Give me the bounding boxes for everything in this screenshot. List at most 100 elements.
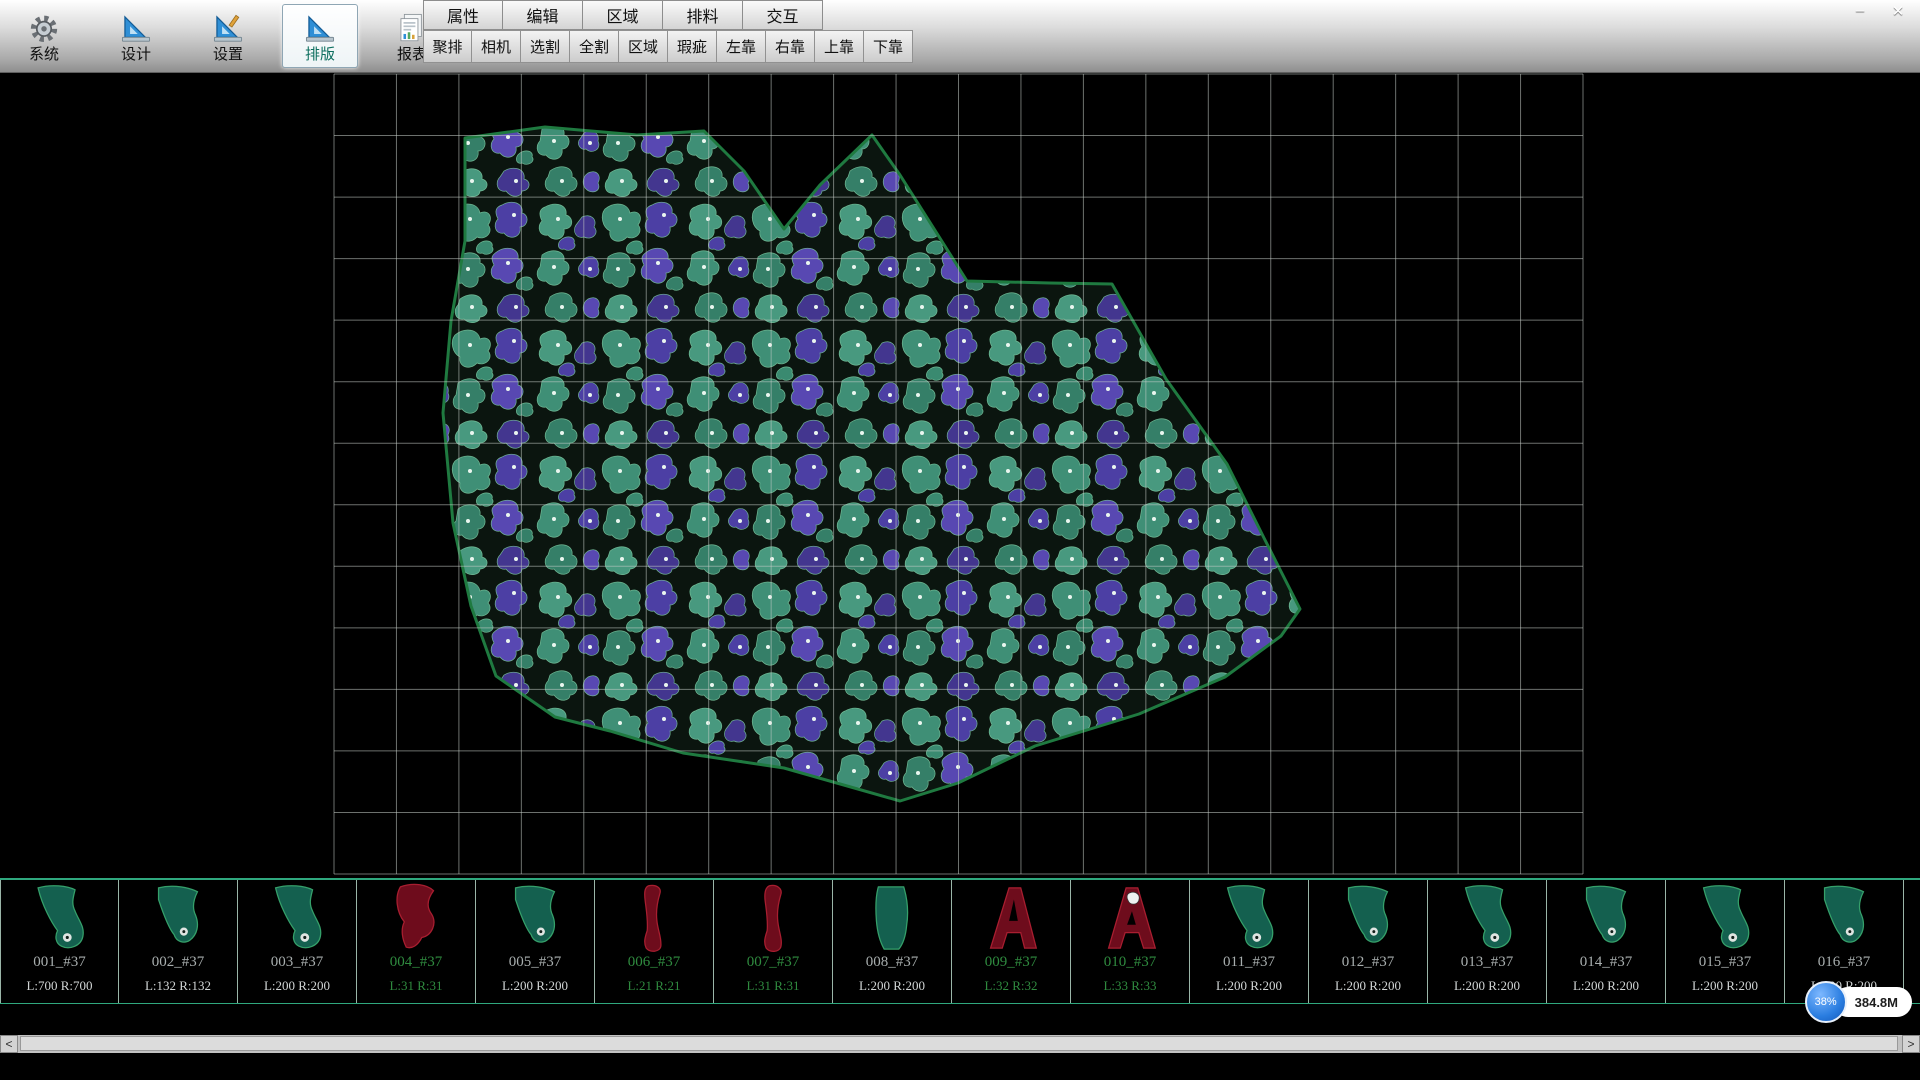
piece-counts: L:31 R:31	[389, 978, 442, 994]
piece-shape	[1071, 882, 1189, 954]
main-toolbar: 系统 设计 设置 排版 报表 属性编辑区域排料交互 聚排相机选割全割区域瑕疵左靠…	[0, 0, 1920, 73]
piece-counts: L:200 R:200	[502, 978, 568, 994]
piece-id: 010_#37	[1104, 954, 1157, 971]
piece-thumbnail-10[interactable]: 010_#37 L:33 R:33	[1071, 880, 1190, 1003]
piece-thumbnail-14[interactable]: 014_#37 L:200 R:200	[1547, 880, 1666, 1003]
menu-item-4[interactable]: 排料	[663, 0, 743, 30]
piece-id: 003_#37	[271, 954, 324, 971]
module-button-1[interactable]: 系统	[6, 4, 82, 68]
scroll-right-button[interactable]: >	[1902, 1035, 1920, 1053]
piece-shape	[1428, 882, 1546, 954]
piece-thumbnail-1[interactable]: 001_#37 L:700 R:700	[0, 880, 119, 1003]
piece-thumbnail-2[interactable]: 002_#37 L:132 R:132	[119, 880, 238, 1003]
piece-shape	[1309, 882, 1427, 954]
piece-thumbnail-13[interactable]: 013_#37 L:200 R:200	[1428, 880, 1547, 1003]
piece-counts: L:200 R:200	[1216, 978, 1282, 994]
setup-icon	[211, 11, 245, 45]
piece-id: 016_#37	[1818, 954, 1871, 971]
piece-thumbnail-15[interactable]: 015_#37 L:200 R:200	[1666, 880, 1785, 1003]
piece-id: 008_#37	[866, 954, 919, 971]
minimize-button[interactable]: –	[1850, 2, 1870, 20]
piece-counts: L:200 R:200	[1454, 978, 1520, 994]
piece-thumbnail-7[interactable]: 007_#37 L:31 R:31	[714, 880, 833, 1003]
piece-id: 011_#37	[1223, 954, 1275, 971]
app-window: 系统 设计 设置 排版 报表 属性编辑区域排料交互 聚排相机选割全割区域瑕疵左靠…	[0, 0, 1920, 1080]
piece-id: 005_#37	[509, 954, 562, 971]
menu-item-3[interactable]: 区域	[583, 0, 663, 30]
piece-shape	[1, 882, 118, 954]
piece-counts: L:200 R:200	[1335, 978, 1401, 994]
piece-thumbnail-6[interactable]: 006_#37 L:21 R:21	[595, 880, 714, 1003]
piece-shape	[833, 882, 951, 954]
menu-item-2[interactable]: 编辑	[503, 0, 583, 30]
tool-bar: 聚排相机选割全割区域瑕疵左靠右靠上靠下靠	[423, 30, 913, 63]
memory-text: 384.8M	[1855, 995, 1898, 1010]
piece-id: 015_#37	[1699, 954, 1752, 971]
tool-button-3[interactable]: 选割	[521, 30, 570, 63]
piece-counts: L:31 R:31	[746, 978, 799, 994]
piece-thumbnail-11[interactable]: 011_#37 L:200 R:200	[1190, 880, 1309, 1003]
piece-thumbnail-3[interactable]: 003_#37 L:200 R:200	[238, 880, 357, 1003]
tool-button-9[interactable]: 上靠	[815, 30, 864, 63]
scroll-left-button[interactable]: <	[0, 1035, 18, 1053]
piece-counts: L:132 R:132	[145, 978, 211, 994]
tool-button-6[interactable]: 瑕疵	[668, 30, 717, 63]
horizontal-scrollbar[interactable]: < >	[0, 1035, 1920, 1053]
design-icon	[119, 11, 153, 45]
scroll-track[interactable]	[18, 1035, 1902, 1053]
progress-badge: 38% 384.8M	[1805, 981, 1912, 1023]
piece-thumbnail-9[interactable]: 009_#37 L:32 R:32	[952, 880, 1071, 1003]
menu-stack: 属性编辑区域排料交互 聚排相机选割全割区域瑕疵左靠右靠上靠下靠	[423, 0, 913, 63]
scroll-thumb[interactable]	[20, 1036, 1898, 1051]
module-label: 排版	[305, 47, 335, 62]
menu-bar: 属性编辑区域排料交互	[423, 0, 913, 30]
tool-button-5[interactable]: 区域	[619, 30, 668, 63]
tool-button-1[interactable]: 聚排	[423, 30, 472, 63]
module-button-2[interactable]: 设计	[98, 4, 174, 68]
piece-thumbnail-12[interactable]: 012_#37 L:200 R:200	[1309, 880, 1428, 1003]
piece-id: 013_#37	[1461, 954, 1514, 971]
piece-shape	[595, 882, 713, 954]
module-buttons: 系统 设计 设置 排版 报表	[6, 3, 450, 69]
menu-item-5[interactable]: 交互	[743, 0, 823, 30]
piece-shape	[1666, 882, 1784, 954]
leather-hide[interactable]	[443, 127, 1300, 801]
close-button[interactable]: ✕	[1888, 2, 1908, 20]
piece-id: 012_#37	[1342, 954, 1395, 971]
module-button-3[interactable]: 设置	[190, 4, 266, 68]
module-label: 设计	[121, 47, 151, 62]
tool-button-7[interactable]: 左靠	[717, 30, 766, 63]
nesting-icon	[303, 11, 337, 45]
piece-id: 009_#37	[985, 954, 1038, 971]
window-controls: – ✕	[1850, 2, 1908, 20]
module-label: 设置	[213, 47, 243, 62]
tool-button-8[interactable]: 右靠	[766, 30, 815, 63]
progress-text: 38%	[1815, 996, 1837, 1008]
tool-button-4[interactable]: 全割	[570, 30, 619, 63]
tool-button-10[interactable]: 下靠	[864, 30, 913, 63]
piece-id: 001_#37	[33, 954, 86, 971]
piece-id: 006_#37	[628, 954, 681, 971]
piece-shape	[1547, 882, 1665, 954]
piece-thumbnail-5[interactable]: 005_#37 L:200 R:200	[476, 880, 595, 1003]
piece-shape	[1785, 882, 1903, 954]
piece-shape	[1190, 882, 1308, 954]
menu-item-1[interactable]: 属性	[423, 0, 503, 30]
progress-percent: 38%	[1805, 981, 1847, 1023]
piece-id: 007_#37	[747, 954, 800, 971]
module-label: 系统	[29, 47, 59, 62]
piece-thumbnail-8[interactable]: 008_#37 L:200 R:200	[833, 880, 952, 1003]
tool-button-2[interactable]: 相机	[472, 30, 521, 63]
piece-counts: L:200 R:200	[1692, 978, 1758, 994]
piece-id: 014_#37	[1580, 954, 1633, 971]
piece-thumbnail-4[interactable]: 004_#37 L:31 R:31	[357, 880, 476, 1003]
piece-shape	[357, 882, 475, 954]
piece-counts: L:200 R:200	[859, 978, 925, 994]
piece-counts: L:700 R:700	[26, 978, 92, 994]
piece-id: 002_#37	[152, 954, 205, 971]
module-button-4[interactable]: 排版	[282, 4, 358, 68]
piece-counts: L:33 R:33	[1103, 978, 1156, 994]
piece-shape	[238, 882, 356, 954]
nesting-canvas[interactable]	[0, 73, 1920, 878]
piece-shape	[119, 882, 237, 954]
